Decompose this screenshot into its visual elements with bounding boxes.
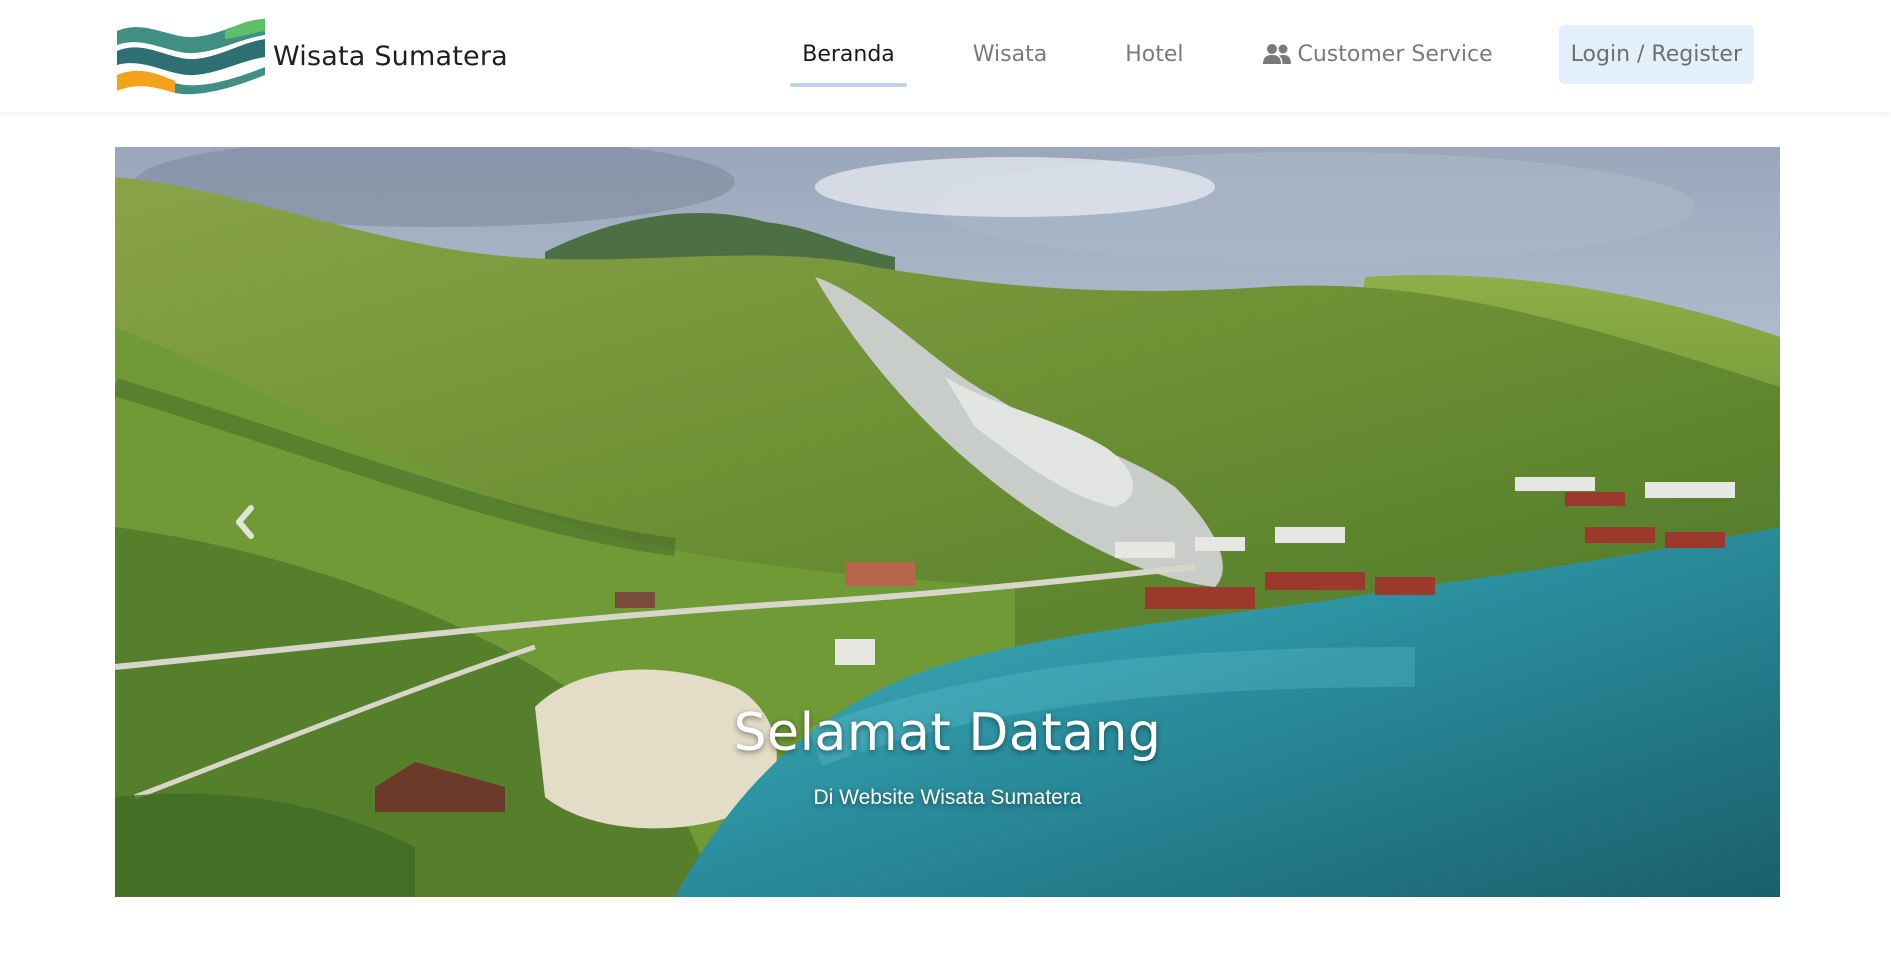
carousel-subtitle: Di Website Wisata Sumatera <box>813 786 1082 810</box>
login-register-button[interactable]: Login / Register <box>1558 24 1754 84</box>
brand-logo-icon <box>115 17 265 95</box>
carousel-title: Selamat Datang <box>733 703 1162 763</box>
users-icon <box>1262 42 1292 66</box>
nav-customer-service[interactable]: Customer Service <box>1250 22 1505 86</box>
chevron-left-icon <box>236 505 254 539</box>
carousel-caption: Selamat Datang Di Website Wisata Sumater… <box>115 702 1780 810</box>
nav-beranda[interactable]: Beranda <box>790 22 907 87</box>
brand-name: Wisata Sumatera <box>273 40 508 72</box>
main-nav: Beranda Wisata Hotel Customer Service Lo… <box>790 22 1754 87</box>
hero-carousel: Selamat Datang Di Website Wisata Sumater… <box>115 147 1780 897</box>
nav-hotel[interactable]: Hotel <box>1113 22 1195 86</box>
navbar: Wisata Sumatera Beranda Wisata Hotel Cus… <box>0 0 1891 112</box>
nav-wisata[interactable]: Wisata <box>961 22 1059 86</box>
nav-customer-service-label: Customer Service <box>1297 41 1493 67</box>
carousel-prev-button[interactable] <box>225 492 265 552</box>
brand-link[interactable]: Wisata Sumatera <box>115 16 508 96</box>
